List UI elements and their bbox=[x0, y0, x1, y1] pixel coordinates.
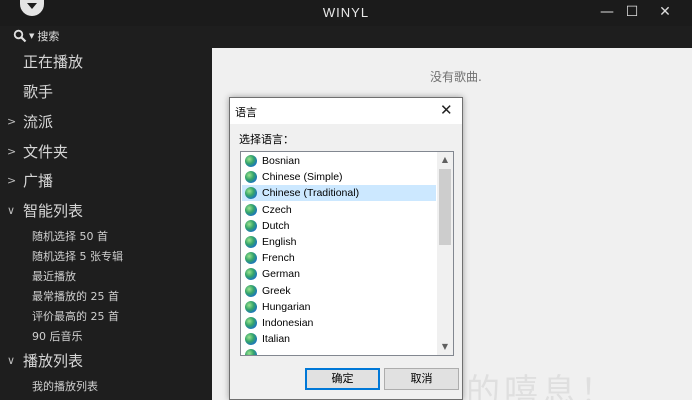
scroll-up-arrow-icon[interactable]: ▲ bbox=[437, 152, 453, 168]
sidebar-item-label: 歌手 bbox=[23, 83, 54, 101]
sidebar: 正在播放 歌手 > 流派 > 文件夹 > 广播 ∨ 智能列表 随机选择 50 首… bbox=[0, 48, 212, 400]
empty-list-message: 没有歌曲. bbox=[430, 70, 482, 84]
language-name: Italian bbox=[262, 333, 291, 345]
language-dialog: 语言 ✕ 选择语言： Bosnian Chinese (Simple) Chin… bbox=[229, 97, 463, 400]
language-list-scrollbar[interactable]: ▲ ▼ bbox=[437, 152, 453, 355]
chevron-down-icon: ▼ bbox=[29, 32, 35, 40]
language-item-selected[interactable]: Chinese (Traditional) bbox=[242, 185, 436, 201]
language-name: German bbox=[262, 268, 300, 280]
globe-icon bbox=[245, 171, 257, 183]
globe-icon bbox=[245, 236, 257, 248]
language-item[interactable]: Greek bbox=[242, 283, 436, 299]
maximize-button[interactable]: ☐ bbox=[617, 0, 647, 24]
language-name: Bosnian bbox=[262, 155, 300, 167]
globe-icon bbox=[245, 301, 257, 313]
app-title: WINYL bbox=[322, 5, 370, 20]
language-name: Czech bbox=[262, 204, 292, 216]
search-label: 搜索 bbox=[37, 30, 60, 43]
chevron-down-icon: ∨ bbox=[7, 204, 16, 217]
chevron-right-icon: > bbox=[7, 115, 17, 128]
sidebar-item-label: 文件夹 bbox=[23, 143, 69, 161]
language-name: Chinese (Simple) bbox=[262, 171, 343, 183]
sidebar-item-label: 播放列表 bbox=[23, 352, 84, 370]
sidebar-item-artists[interactable]: 歌手 bbox=[0, 79, 212, 105]
language-item[interactable]: French bbox=[242, 250, 436, 266]
playlist-item[interactable]: 我的播放列表 bbox=[32, 377, 98, 397]
sidebar-item-smart-lists[interactable]: ∨ 智能列表 bbox=[0, 198, 212, 224]
language-name: English bbox=[262, 236, 297, 248]
smart-list-item[interactable]: 评价最高的 25 首 bbox=[32, 307, 119, 327]
dialog-prompt: 选择语言： bbox=[239, 133, 294, 146]
sidebar-item-folders[interactable]: > 文件夹 bbox=[0, 139, 212, 165]
language-name: Chinese (Traditional) bbox=[262, 187, 360, 199]
language-item[interactable]: English bbox=[242, 234, 436, 250]
search-button[interactable]: ▼ 搜索 bbox=[13, 27, 59, 45]
sidebar-item-label: 流派 bbox=[23, 113, 54, 131]
search-icon bbox=[13, 29, 27, 43]
language-item[interactable]: Hungarian bbox=[242, 299, 436, 315]
language-name: Dutch bbox=[262, 220, 290, 232]
globe-icon bbox=[245, 204, 257, 216]
dialog-title-bar: 语言 ✕ bbox=[230, 98, 462, 124]
smart-list-item[interactable]: 最近播放 bbox=[32, 267, 76, 287]
chevron-down-icon: ∨ bbox=[7, 354, 16, 367]
sidebar-item-radio[interactable]: > 广播 bbox=[0, 168, 212, 194]
language-name: Greek bbox=[262, 285, 291, 297]
language-item[interactable]: Indonesian bbox=[242, 315, 436, 331]
language-item[interactable]: Bosnian bbox=[242, 153, 436, 169]
language-item[interactable]: German bbox=[242, 266, 436, 282]
sidebar-item-label: 智能列表 bbox=[23, 202, 84, 220]
close-button[interactable]: ✕ bbox=[650, 0, 680, 24]
language-list[interactable]: Bosnian Chinese (Simple) Chinese (Tradit… bbox=[240, 151, 454, 356]
sidebar-item-label: 正在播放 bbox=[23, 53, 84, 71]
language-item[interactable]: Czech bbox=[242, 202, 436, 218]
language-name: French bbox=[262, 252, 295, 264]
cancel-button[interactable]: 取消 bbox=[384, 368, 459, 390]
globe-icon bbox=[245, 187, 257, 199]
chevron-right-icon: > bbox=[7, 174, 17, 187]
dialog-close-button[interactable]: ✕ bbox=[440, 101, 453, 119]
chevron-right-icon: > bbox=[7, 145, 17, 158]
sidebar-item-label: 广播 bbox=[23, 172, 54, 190]
smart-list-item[interactable]: 最常播放的 25 首 bbox=[32, 287, 119, 307]
sidebar-item-playlists[interactable]: ∨ 播放列表 bbox=[0, 348, 212, 374]
sidebar-item-genres[interactable]: > 流派 bbox=[0, 109, 212, 135]
globe-icon bbox=[245, 220, 257, 232]
globe-icon bbox=[245, 333, 257, 345]
dialog-title: 语言 bbox=[235, 106, 257, 119]
smart-list-item[interactable]: 随机选择 5 张专辑 bbox=[32, 247, 123, 267]
language-item[interactable]: Dutch bbox=[242, 218, 436, 234]
globe-icon bbox=[245, 155, 257, 167]
language-item[interactable]: Italian bbox=[242, 331, 436, 347]
title-bar: WINYL — ☐ ✕ bbox=[0, 0, 692, 26]
globe-icon bbox=[245, 349, 257, 355]
globe-icon bbox=[245, 285, 257, 297]
sidebar-item-now-playing[interactable]: 正在播放 bbox=[0, 49, 212, 75]
globe-icon bbox=[245, 268, 257, 280]
language-name: Hungarian bbox=[262, 301, 311, 313]
scroll-down-arrow-icon[interactable]: ▼ bbox=[437, 339, 453, 355]
ok-button[interactable]: 确定 bbox=[305, 368, 380, 390]
globe-icon bbox=[245, 317, 257, 329]
language-name: Indonesian bbox=[262, 317, 314, 329]
smart-list-item[interactable]: 90 后音乐 bbox=[32, 327, 83, 347]
scrollbar-thumb[interactable] bbox=[439, 169, 451, 245]
globe-icon bbox=[245, 252, 257, 264]
smart-list-item[interactable]: 随机选择 50 首 bbox=[32, 227, 108, 247]
language-item-partial[interactable] bbox=[242, 347, 436, 355]
language-item[interactable]: Chinese (Simple) bbox=[242, 169, 436, 185]
